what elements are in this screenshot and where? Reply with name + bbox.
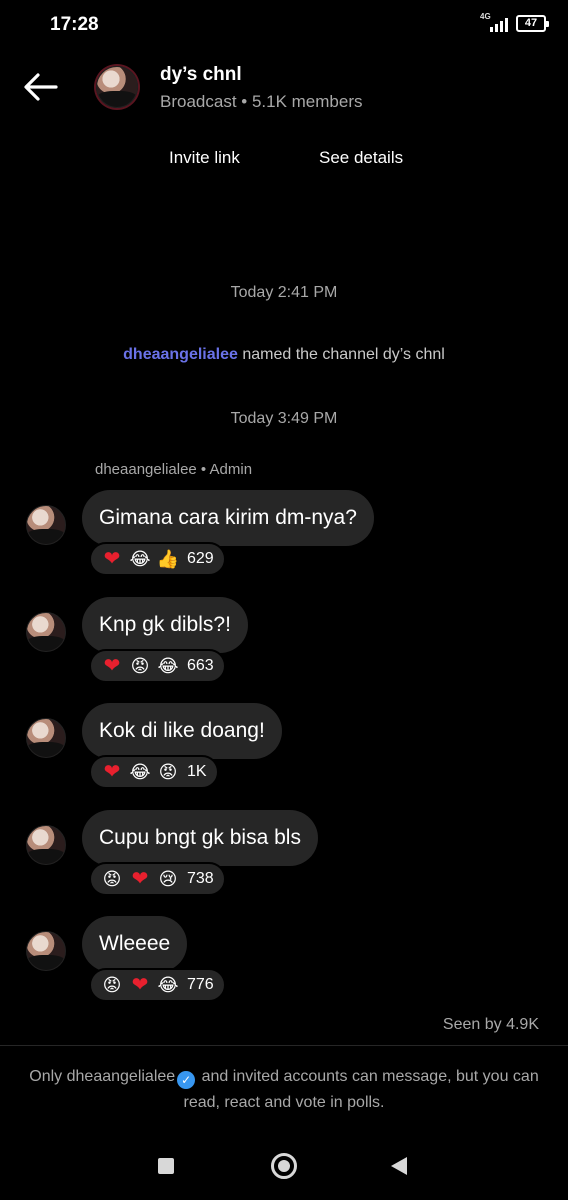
divider <box>0 1045 568 1046</box>
laugh-reaction: 😂 <box>129 762 151 782</box>
message-bubble[interactable]: Wleeee <box>82 916 188 972</box>
channel-subtitle: Broadcast • 5.1K members <box>160 92 363 111</box>
message-bubble[interactable]: Knp gk dibls?! <box>82 597 248 653</box>
channel-header: dy’s chnl Broadcast • 5.1K members <box>0 56 568 126</box>
invite-link-button[interactable]: Invite link <box>169 148 240 168</box>
reaction-bar[interactable]: ❤ 😡 😂 663 <box>89 649 226 683</box>
channel-title[interactable]: dy’s chnl <box>160 64 242 86</box>
reaction-count: 738 <box>187 870 214 887</box>
footer-prefix: Only dheaangelialee <box>29 1068 176 1085</box>
avatar[interactable] <box>26 718 66 758</box>
channel-avatar[interactable] <box>96 66 138 108</box>
heart-reaction: ❤ <box>103 655 121 677</box>
avatar[interactable] <box>26 825 66 865</box>
avatar[interactable] <box>26 612 66 652</box>
system-user-link[interactable]: dheaangelialee <box>123 346 238 363</box>
angry-reaction: 😡 <box>158 762 178 782</box>
heart-reaction: ❤ <box>131 868 149 890</box>
status-bar: 17:28 4G 47 <box>0 0 568 50</box>
system-message-text: named the channel dy’s chnl <box>237 346 445 363</box>
thumbs-up-reaction: 👍 <box>156 549 180 569</box>
heart-reaction: ❤ <box>131 974 149 996</box>
avatar[interactable] <box>26 505 66 545</box>
timestamp: Today 2:41 PM <box>230 284 338 301</box>
reaction-count: 663 <box>187 657 214 674</box>
crying-reaction: 😢 <box>158 869 178 889</box>
angry-reaction: 😡 <box>130 656 150 676</box>
back-button[interactable] <box>22 68 60 106</box>
angry-reaction: 😡 <box>102 869 122 889</box>
channel-actions: Invite link See details <box>0 144 568 174</box>
avatar[interactable] <box>26 931 66 971</box>
reaction-bar[interactable]: 😡 ❤ 😢 738 <box>89 862 226 896</box>
nav-back-button[interactable] <box>391 1157 407 1175</box>
channel-permission-note: Only dheaangelialee ✓ and invited account… <box>20 1064 548 1116</box>
message-bubble[interactable]: Gimana cara kirim dm-nya? <box>82 490 374 546</box>
signal-icon: 4G <box>480 12 508 32</box>
status-time: 17:28 <box>50 14 99 35</box>
reaction-count: 629 <box>187 550 214 567</box>
heart-reaction: ❤ <box>103 548 121 570</box>
reaction-count: 776 <box>187 976 214 993</box>
reaction-bar[interactable]: ❤ 😂 😡 1K <box>89 755 219 789</box>
status-icons: 4G 47 <box>480 12 549 32</box>
reaction-bar[interactable]: 😡 ❤ 😂 776 <box>89 968 226 1002</box>
seen-count: Seen by 4.9K <box>442 1016 539 1033</box>
system-nav-bar <box>0 1140 568 1190</box>
laugh-reaction: 😂 <box>157 975 179 995</box>
message-bubble[interactable]: Cupu bngt gk bisa bls <box>82 810 318 866</box>
footer-suffix: and invited accounts can message, but yo… <box>183 1068 539 1111</box>
arrow-left-icon <box>24 73 58 101</box>
system-message: dheaangelialee named the channel dy’s ch… <box>0 346 568 364</box>
see-details-button[interactable]: See details <box>319 148 403 168</box>
reaction-bar[interactable]: ❤ 😂 👍 629 <box>89 542 226 576</box>
network-label: 4G <box>480 12 491 21</box>
message-bubble[interactable]: Kok di like doang! <box>82 703 282 759</box>
heart-reaction: ❤ <box>103 761 121 783</box>
verified-badge-icon: ✓ <box>177 1071 196 1089</box>
home-button[interactable] <box>271 1153 297 1179</box>
angry-reaction: 😡 <box>102 975 122 995</box>
battery-icon: 47 <box>516 14 549 32</box>
laugh-reaction: 😂 <box>157 656 179 676</box>
recents-button[interactable] <box>158 1158 174 1174</box>
timestamp: Today 3:49 PM <box>230 410 338 427</box>
laugh-reaction: 😂 <box>129 549 151 569</box>
sender-label: dheaangelialee • Admin <box>95 461 253 478</box>
reaction-count: 1K <box>187 763 207 780</box>
